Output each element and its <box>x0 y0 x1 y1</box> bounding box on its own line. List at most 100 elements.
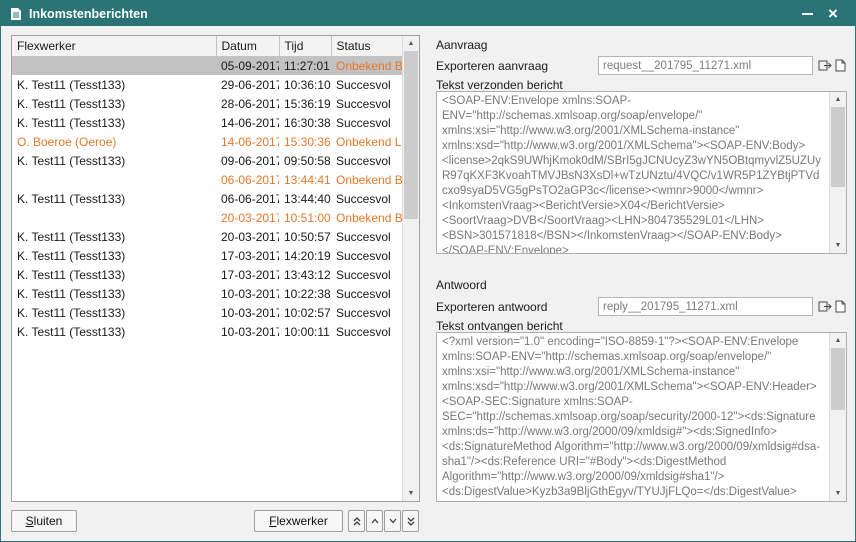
scroll-thumb[interactable] <box>831 107 845 187</box>
cell-status: Succesvol <box>331 151 402 170</box>
berichten-table: Flexwerker Datum Tijd Status 05-09-20171… <box>12 36 402 501</box>
cell-flexwerker: K. Test11 (Tesst133) <box>12 94 216 113</box>
scroll-track[interactable] <box>403 51 419 486</box>
cell-flexwerker <box>12 56 216 75</box>
cell-status: Onbekend BSN <box>331 170 402 189</box>
view-aanvraag-button[interactable] <box>833 57 848 73</box>
cell-status: Succesvol <box>331 189 402 208</box>
cell-datum: 17-03-2017 <box>216 265 279 284</box>
cell-datum: 20-03-2017 <box>216 208 279 227</box>
scroll-down-icon: ▼ <box>408 490 415 497</box>
nav-last-button[interactable] <box>402 510 419 532</box>
minimize-icon <box>802 13 813 15</box>
table-row[interactable]: O. Boeroe (Oeroe)14-06-201715:30:36Onbek… <box>12 132 402 151</box>
cell-flexwerker: K. Test11 (Tesst133) <box>12 151 216 170</box>
scroll-thumb[interactable] <box>404 51 418 219</box>
cell-flexwerker: K. Test11 (Tesst133) <box>12 227 216 246</box>
cell-flexwerker: K. Test11 (Tesst133) <box>12 246 216 265</box>
export-icon <box>818 300 832 313</box>
scroll-track[interactable] <box>830 107 846 238</box>
table-row[interactable]: K. Test11 (Tesst133)10-03-201710:22:38Su… <box>12 284 402 303</box>
table-body: 05-09-201711:27:01Onbekend BSNK. Test11 … <box>12 56 402 341</box>
cell-status: Succesvol <box>331 227 402 246</box>
chevron-up-icon <box>370 516 380 526</box>
cell-tijd: 15:30:36 <box>279 132 331 151</box>
nav-prior-button[interactable] <box>366 510 383 532</box>
cell-flexwerker: K. Test11 (Tesst133) <box>12 303 216 322</box>
table-row[interactable]: K. Test11 (Tesst133)28-06-201715:36:19Su… <box>12 94 402 113</box>
column-header-datum[interactable]: Datum <box>216 36 279 56</box>
ontvangen-bericht-label: Tekst ontvangen bericht <box>436 319 563 333</box>
cell-datum: 29-06-2017 <box>216 75 279 94</box>
close-button[interactable]: × <box>820 1 846 26</box>
cell-tijd: 10:51:00 <box>279 208 331 227</box>
cell-flexwerker: K. Test11 (Tesst133) <box>12 75 216 94</box>
cell-status: Succesvol <box>331 246 402 265</box>
ontvangen-scrollbar: ▲ ▼ <box>829 333 846 501</box>
cell-tijd: 11:27:01 <box>279 56 331 75</box>
cell-flexwerker <box>12 170 216 189</box>
table-row[interactable]: K. Test11 (Tesst133)17-03-201713:43:12Su… <box>12 265 402 284</box>
cell-datum: 10-03-2017 <box>216 322 279 341</box>
page-icon <box>835 300 846 313</box>
table-row[interactable]: K. Test11 (Tesst133)17-03-201714:20:19Su… <box>12 246 402 265</box>
record-navigation <box>348 510 419 532</box>
table-row[interactable]: K. Test11 (Tesst133)10-03-201710:02:57Su… <box>12 303 402 322</box>
table-header-row: Flexwerker Datum Tijd Status <box>12 36 402 56</box>
export-antwoord-button[interactable] <box>817 298 832 314</box>
scroll-up-button[interactable]: ▲ <box>403 36 419 51</box>
scroll-up-button[interactable]: ▲ <box>830 333 846 348</box>
cell-status: Onbekend BSN <box>331 56 402 75</box>
table-row[interactable]: 20-03-201710:51:00Onbekend BSN <box>12 208 402 227</box>
cell-tijd: 09:50:58 <box>279 151 331 170</box>
export-antwoord-input[interactable] <box>598 297 813 316</box>
table-row[interactable]: 05-09-201711:27:01Onbekend BSN <box>12 56 402 75</box>
scroll-down-button[interactable]: ▼ <box>830 238 846 253</box>
column-header-status[interactable]: Status <box>331 36 402 56</box>
ontvangen-bericht-text[interactable]: <?xml version="1.0" encoding="ISO-8859-1… <box>437 333 829 501</box>
table-row[interactable]: K. Test11 (Tesst133)06-06-201713:44:40Su… <box>12 189 402 208</box>
cell-tijd: 10:36:10 <box>279 75 331 94</box>
scroll-up-icon: ▲ <box>835 337 842 344</box>
chevron-down-icon <box>388 516 398 526</box>
export-antwoord-label: Exporteren antwoord <box>436 300 547 314</box>
export-aanvraag-input[interactable] <box>598 56 813 75</box>
scroll-up-button[interactable]: ▲ <box>830 92 846 107</box>
minimize-button[interactable] <box>794 1 820 26</box>
antwoord-heading: Antwoord <box>436 278 487 292</box>
cell-datum: 14-06-2017 <box>216 113 279 132</box>
table-row[interactable]: K. Test11 (Tesst133)14-06-201716:30:38Su… <box>12 113 402 132</box>
table-row[interactable]: 06-06-201713:44:41Onbekend BSN <box>12 170 402 189</box>
scroll-thumb[interactable] <box>831 348 845 410</box>
view-antwoord-button[interactable] <box>833 298 848 314</box>
cell-tijd: 16:30:38 <box>279 113 331 132</box>
table-row[interactable]: K. Test11 (Tesst133)09-06-201709:50:58Su… <box>12 151 402 170</box>
scroll-down-button[interactable]: ▼ <box>830 486 846 501</box>
scroll-up-icon: ▲ <box>408 40 415 47</box>
table-row[interactable]: K. Test11 (Tesst133)10-03-201710:00:11Su… <box>12 322 402 341</box>
verzonden-bericht-text[interactable]: <SOAP-ENV:Envelope xmlns:SOAP-ENV="http:… <box>437 92 829 253</box>
cell-tijd: 14:20:19 <box>279 246 331 265</box>
nav-first-button[interactable] <box>348 510 365 532</box>
inkomstenberichten-dialog: Inkomstenberichten × Flexwerker Datum Ti… <box>0 0 856 542</box>
scroll-track[interactable] <box>830 348 846 486</box>
cell-flexwerker: K. Test11 (Tesst133) <box>12 284 216 303</box>
cell-tijd: 13:44:41 <box>279 170 331 189</box>
verzonden-bericht-box: <SOAP-ENV:Envelope xmlns:SOAP-ENV="http:… <box>436 91 847 254</box>
cell-flexwerker: K. Test11 (Tesst133) <box>12 322 216 341</box>
table-row[interactable]: K. Test11 (Tesst133)29-06-201710:36:10Su… <box>12 75 402 94</box>
nav-next-button[interactable] <box>384 510 401 532</box>
sluiten-button[interactable]: Sluiten <box>11 510 77 532</box>
scroll-down-button[interactable]: ▼ <box>403 486 419 501</box>
scroll-up-icon: ▲ <box>835 96 842 103</box>
flexwerker-button[interactable]: Flexwerker <box>254 510 343 532</box>
cell-flexwerker: K. Test11 (Tesst133) <box>12 265 216 284</box>
cell-datum: 09-06-2017 <box>216 151 279 170</box>
export-aanvraag-button[interactable] <box>817 57 832 73</box>
cell-datum: 06-06-2017 <box>216 189 279 208</box>
cell-status: Succesvol <box>331 284 402 303</box>
column-header-tijd[interactable]: Tijd <box>279 36 331 56</box>
column-header-flexwerker[interactable]: Flexwerker <box>12 36 216 56</box>
cell-datum: 14-06-2017 <box>216 132 279 151</box>
table-row[interactable]: K. Test11 (Tesst133)20-03-201710:50:57Su… <box>12 227 402 246</box>
